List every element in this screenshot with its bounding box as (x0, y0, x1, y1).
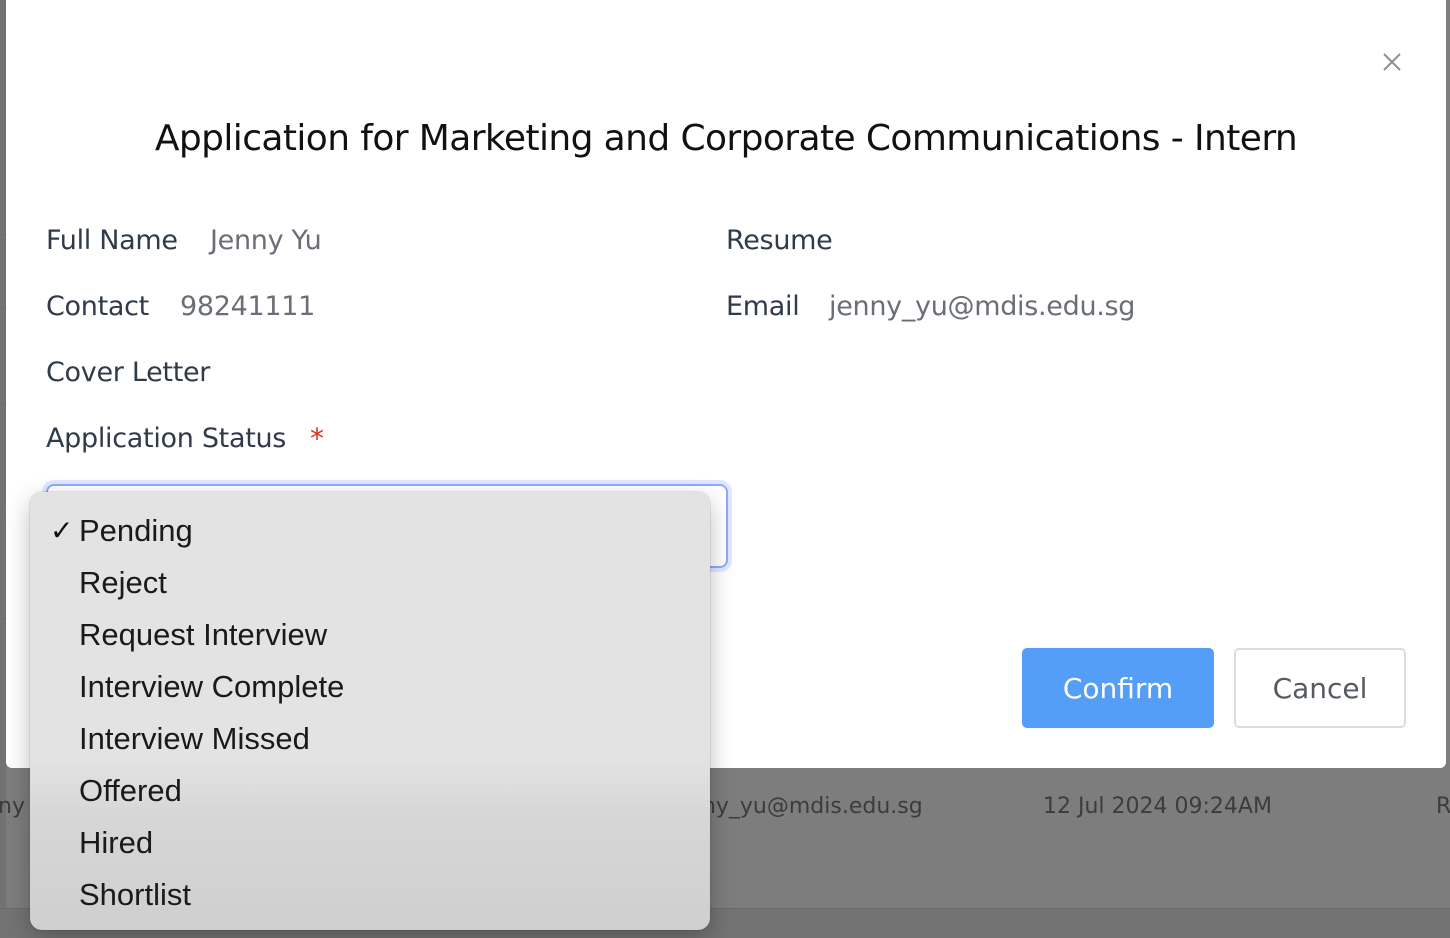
full-name-label: Full Name (46, 225, 178, 256)
status-dropdown-menu: ✓ Pending Reject Request Interview Inter… (30, 492, 710, 930)
required-star: * (310, 422, 324, 455)
cover-letter-label: Cover Letter (46, 357, 211, 388)
resume-label: Resume (726, 225, 833, 256)
status-option-label: Interview Missed (79, 721, 310, 756)
status-option-label: Offered (79, 773, 182, 808)
status-option-interview-missed[interactable]: Interview Missed (30, 714, 710, 766)
status-option-request-interview[interactable]: Request Interview (30, 610, 710, 662)
status-option-label: Hired (79, 825, 154, 860)
status-option-offered[interactable]: Offered (30, 766, 710, 818)
status-option-interview-complete[interactable]: Interview Complete (30, 662, 710, 714)
application-status-label: Application Status (46, 423, 287, 454)
background-date-text: 12 Jul 2024 09:24AM (1043, 794, 1272, 819)
full-name-value: Jenny Yu (210, 225, 322, 256)
status-option-label: Reject (79, 565, 167, 600)
cancel-button[interactable]: Cancel (1234, 648, 1406, 728)
email-value: jenny_yu@mdis.edu.sg (829, 291, 1136, 322)
confirm-button[interactable]: Confirm (1022, 648, 1214, 728)
close-icon (1383, 53, 1401, 71)
background-last-cell: R (1434, 790, 1450, 830)
status-option-pending[interactable]: ✓ Pending (30, 506, 710, 558)
background-email-cell: nny_yu@mdis.edu.sg (710, 790, 970, 830)
status-option-label: Interview Complete (79, 669, 345, 704)
status-option-label: Request Interview (79, 617, 328, 652)
status-option-reject[interactable]: Reject (30, 558, 710, 610)
modal-title: Application for Marketing and Corporate … (154, 118, 1298, 159)
status-option-hired[interactable]: Hired (30, 818, 710, 870)
email-label: Email (726, 291, 800, 322)
background-email-text: nny_yu@mdis.edu.sg (710, 794, 923, 819)
background-name-text: ny Y (0, 794, 30, 819)
background-last-text: R (1436, 794, 1450, 819)
contact-value: 98241111 (180, 291, 316, 322)
status-option-label: Pending (79, 513, 193, 548)
status-option-label: Shortlist (79, 877, 191, 912)
close-button[interactable] (1378, 48, 1406, 76)
background-name-cell: ny Y (0, 790, 30, 830)
checkmark-icon: ✓ (50, 514, 74, 547)
status-option-shortlist[interactable]: Shortlist (30, 870, 710, 922)
contact-label: Contact (46, 291, 149, 322)
